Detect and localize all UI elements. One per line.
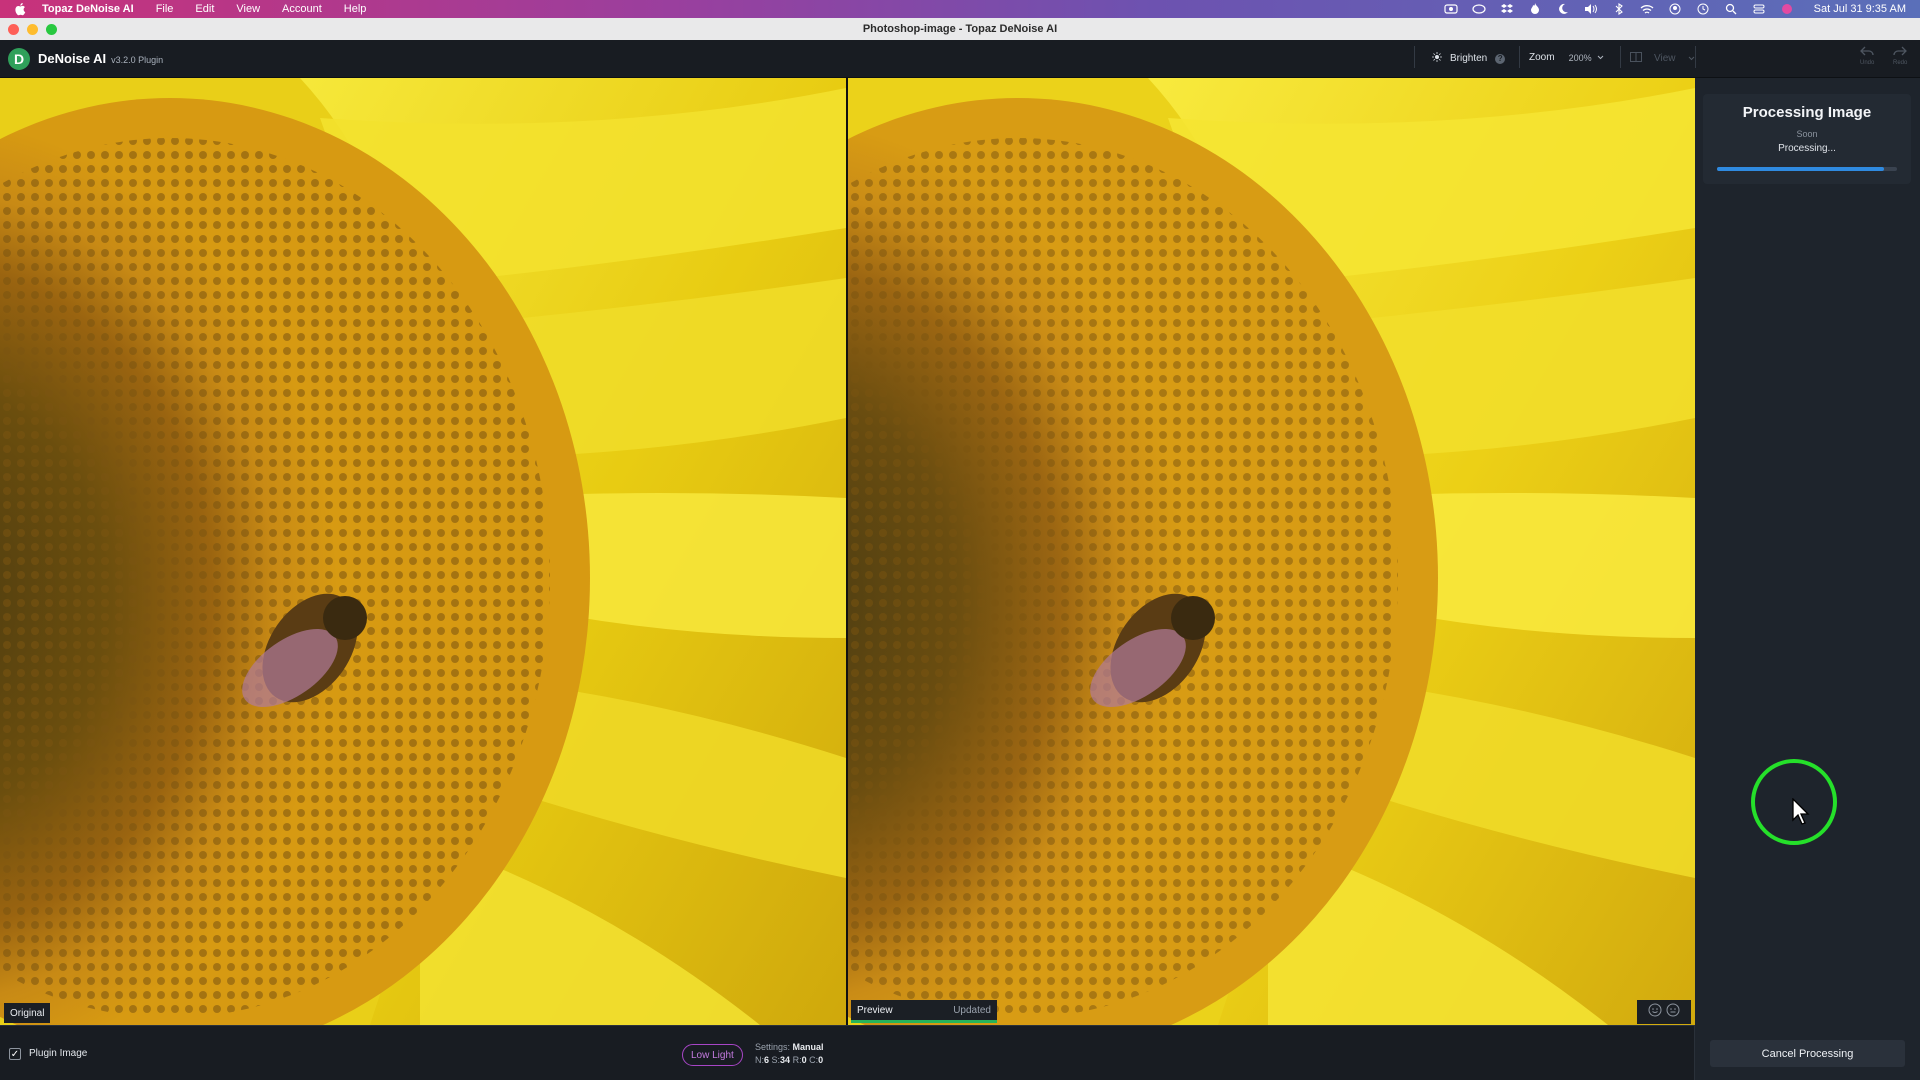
processing-status: Processing... xyxy=(1778,143,1836,154)
processing-title: Processing Image xyxy=(1742,104,1872,121)
plugin-image-label[interactable]: Plugin Image xyxy=(29,1048,87,1059)
c-label: C: xyxy=(809,1055,819,1065)
undo-button[interactable]: Undo xyxy=(1860,46,1874,66)
redo-button[interactable]: Redo xyxy=(1893,46,1907,66)
s-value: 34 xyxy=(780,1055,791,1065)
view-control[interactable]: View xyxy=(1630,52,1695,65)
control-center-icon[interactable] xyxy=(1752,3,1766,15)
creative-cloud-icon[interactable] xyxy=(1472,3,1486,15)
spotlight-search-icon[interactable] xyxy=(1724,3,1738,15)
zoom-value: 200% xyxy=(1568,52,1592,63)
dropbox-icon[interactable] xyxy=(1500,3,1514,15)
toolbar-separator xyxy=(1414,46,1415,68)
settings-prefix: Settings: xyxy=(755,1042,791,1052)
wifi-icon[interactable] xyxy=(1640,3,1654,15)
right-side-panel xyxy=(1695,78,1920,1080)
plugin-image-checkbox[interactable]: ✓ xyxy=(9,1048,21,1060)
model-pill-low-light[interactable]: Low Light xyxy=(682,1044,743,1066)
c-value: 0 xyxy=(818,1055,824,1065)
settings-summary: Settings: Manual N:6 S:34 R:0 C:0 xyxy=(755,1041,824,1067)
s-label: S: xyxy=(771,1055,781,1065)
window-title-bar: Photoshop-image - Topaz DeNoise AI xyxy=(0,18,1920,40)
menubar-clock[interactable]: Sat Jul 31 9:35 AM xyxy=(1814,3,1906,15)
preview-label-bar: Preview Updated xyxy=(851,1000,997,1023)
window-maximize-button[interactable] xyxy=(46,24,57,35)
menu-edit[interactable]: Edit xyxy=(195,3,214,15)
original-label: Original xyxy=(4,1003,51,1023)
cancel-processing-button[interactable]: Cancel Processing xyxy=(1710,1040,1905,1067)
chevron-down-icon xyxy=(1597,52,1604,63)
mouse-cursor-icon xyxy=(1792,797,1812,831)
processing-progress-bar xyxy=(1717,167,1897,171)
macos-menu-bar: Topaz DeNoise AI File Edit View Account … xyxy=(0,0,1920,18)
undo-label: Undo xyxy=(1860,60,1875,66)
processing-eta: Soon xyxy=(1796,129,1818,139)
n-value: 6 xyxy=(764,1055,770,1065)
chevron-down-icon xyxy=(1688,53,1695,64)
neutral-face-icon[interactable] xyxy=(1666,1003,1680,1022)
settings-mode: Manual xyxy=(792,1042,824,1052)
redo-icon xyxy=(1893,46,1908,59)
flame-icon[interactable] xyxy=(1528,3,1542,15)
moon-icon[interactable] xyxy=(1556,3,1570,15)
toolbar-separator xyxy=(1620,46,1621,68)
menu-account[interactable]: Account xyxy=(282,3,322,15)
zoom-control: Zoom 200% xyxy=(1529,52,1604,63)
view-label[interactable]: View xyxy=(1654,53,1676,64)
window-title: Photoshop-image - Topaz DeNoise AI xyxy=(862,23,1058,35)
apple-icon[interactable] xyxy=(14,2,28,16)
preview-icon-group xyxy=(1637,1000,1691,1024)
view-layout-icon xyxy=(1630,52,1642,65)
toolbar-separator xyxy=(1695,46,1696,68)
screen-record-icon[interactable] xyxy=(1444,3,1458,15)
original-image-pane[interactable] xyxy=(0,78,846,1025)
sunflower-original-image xyxy=(0,78,846,1025)
progress-fill xyxy=(1717,167,1885,171)
preview-status: Updated xyxy=(953,1004,991,1016)
menu-view[interactable]: View xyxy=(236,3,260,15)
siri-icon[interactable] xyxy=(1780,3,1794,15)
redo-label: Redo xyxy=(1893,60,1908,66)
zoom-label: Zoom xyxy=(1529,52,1555,63)
r-label: R: xyxy=(792,1055,802,1065)
volume-icon[interactable] xyxy=(1584,3,1598,15)
help-icon[interactable]: ? xyxy=(1495,53,1506,64)
window-close-button[interactable] xyxy=(8,24,19,35)
bluetooth-icon[interactable] xyxy=(1612,3,1626,15)
brighten-control[interactable]: Brighten ? xyxy=(1432,52,1506,65)
smiley-icon[interactable] xyxy=(1648,1003,1662,1022)
menu-file[interactable]: File xyxy=(156,3,174,15)
sun-icon xyxy=(1432,52,1442,65)
app-name: DeNoise AI xyxy=(38,51,107,66)
brighten-label[interactable]: Brighten xyxy=(1450,53,1487,64)
undo-icon xyxy=(1860,46,1874,59)
time-machine-icon[interactable] xyxy=(1696,3,1710,15)
window-minimize-button[interactable] xyxy=(27,24,38,35)
preview-image-pane[interactable] xyxy=(848,78,1695,1025)
bottom-status-bar: ✓ Plugin Image Low Light Settings: Manua… xyxy=(0,1025,1695,1080)
r-value: 0 xyxy=(801,1055,807,1065)
menu-app-name[interactable]: Topaz DeNoise AI xyxy=(42,3,134,15)
app-version: v3.2.0 Plugin xyxy=(111,55,164,65)
user-icon[interactable] xyxy=(1668,3,1682,15)
denoise-logo-icon: D xyxy=(8,47,30,70)
menu-help[interactable]: Help xyxy=(344,3,367,15)
toolbar-separator xyxy=(1519,46,1520,68)
sunflower-preview-image xyxy=(848,78,1695,1025)
processing-card: Processing Image Soon Processing... xyxy=(1703,94,1911,184)
zoom-dropdown[interactable]: 200% xyxy=(1569,52,1604,63)
preview-label: Preview xyxy=(857,1004,893,1016)
n-label: N: xyxy=(755,1055,764,1065)
